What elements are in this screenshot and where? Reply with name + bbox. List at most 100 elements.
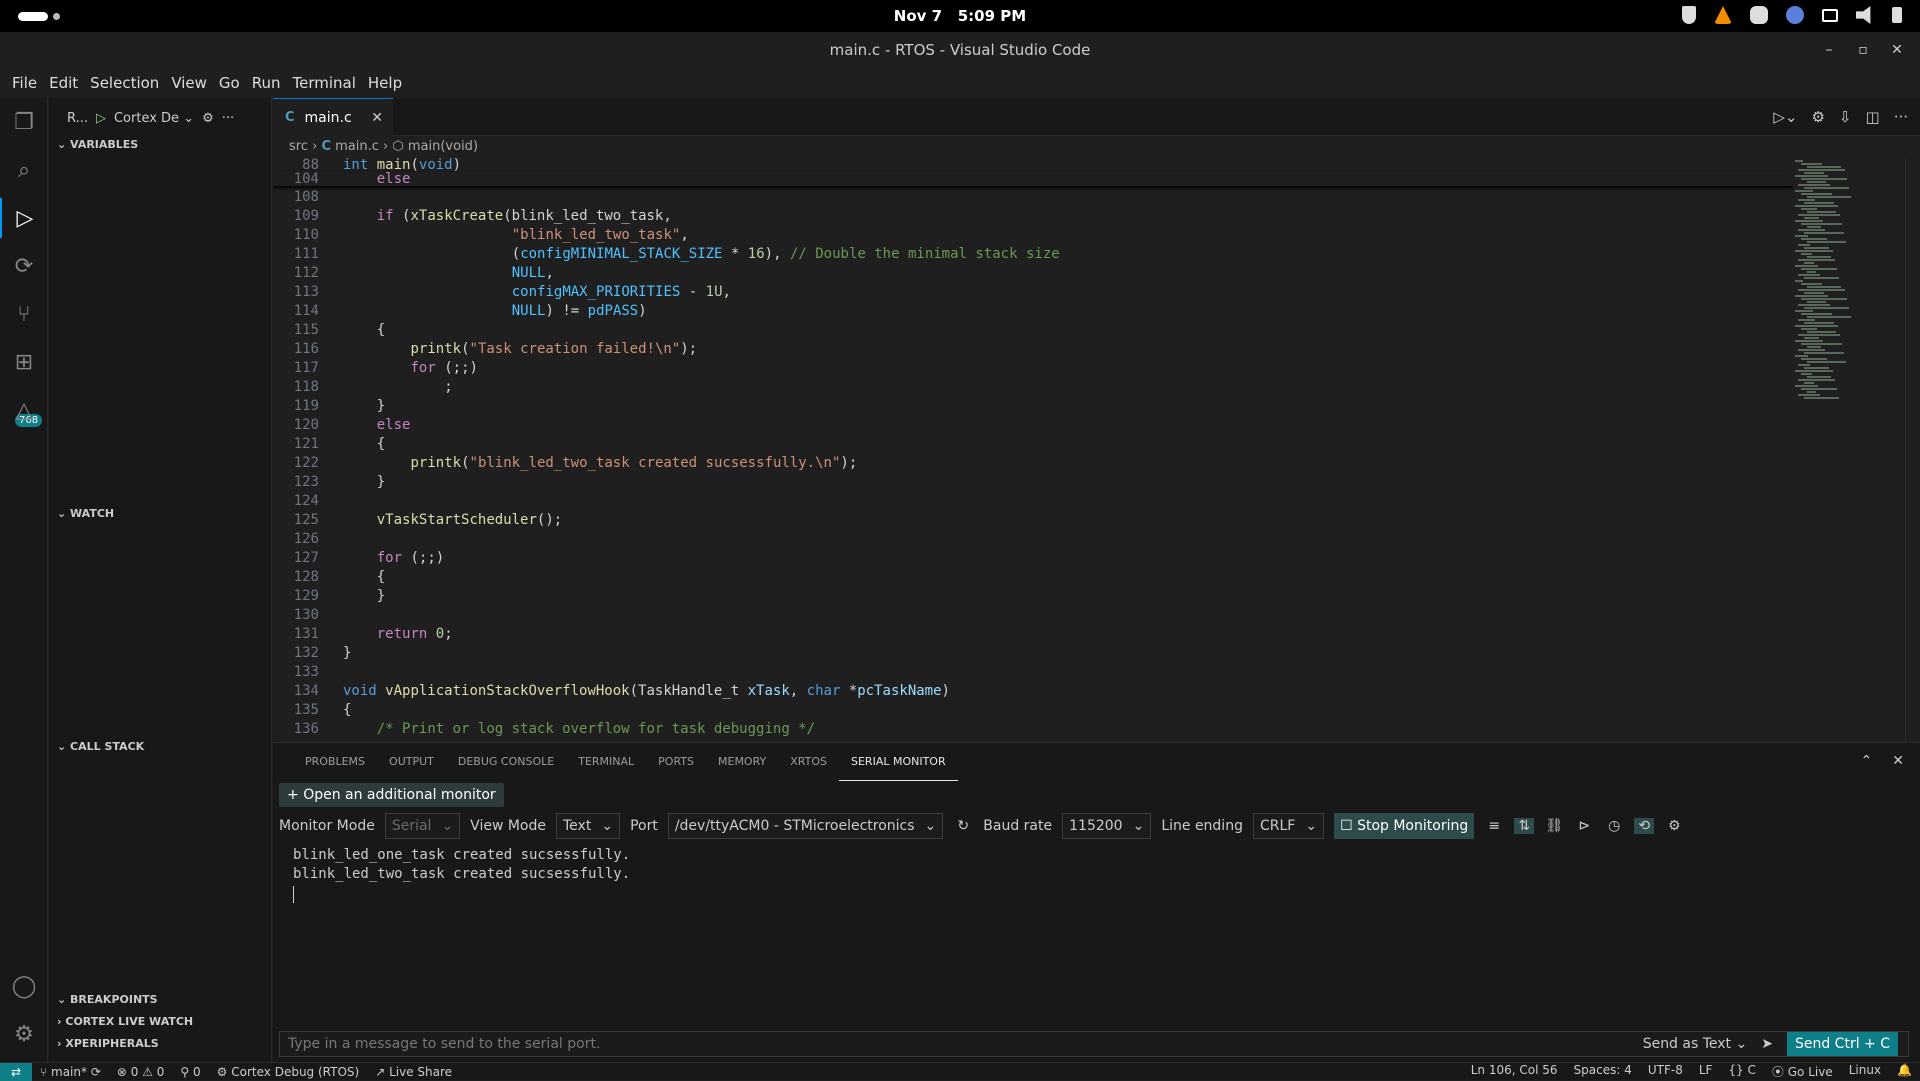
terminal-icon[interactable]: ⊳ <box>1574 818 1594 834</box>
refresh-icon[interactable]: ↻ <box>953 818 973 834</box>
menu-help[interactable]: Help <box>362 74 408 92</box>
remote-icon[interactable]: ⟳ <box>0 246 48 286</box>
breadcrumb-folder[interactable]: src <box>289 139 308 154</box>
minimap[interactable] <box>1793 158 1903 742</box>
editor-scrollbar[interactable] <box>1905 158 1920 742</box>
more-icon[interactable]: ··· <box>1894 108 1908 126</box>
xperipherals-section[interactable]: › XPERIPHERALS <box>49 1033 272 1055</box>
code-line[interactable]: 133 <box>273 663 1793 682</box>
tab-main-c[interactable]: C main.c ✕ <box>273 98 393 136</box>
extensions-icon[interactable]: ⊞ <box>0 342 48 382</box>
code-line[interactable]: 122 printk("blink_led_two_task created s… <box>273 454 1793 473</box>
code-line[interactable]: 135{ <box>273 701 1793 720</box>
send-icon[interactable]: ➤ <box>1761 1036 1773 1052</box>
shield-icon[interactable] <box>1682 6 1696 24</box>
watch-section[interactable]: ⌄ WATCH <box>49 503 272 525</box>
menu-selection[interactable]: Selection <box>84 74 165 92</box>
menu-go[interactable]: Go <box>213 74 246 92</box>
autoscroll-icon[interactable]: ⇅ <box>1514 818 1535 834</box>
breadcrumb-file[interactable]: main.c <box>335 139 379 154</box>
ports-indicator[interactable]: ⚲ 0 <box>172 1065 208 1079</box>
menu-run[interactable]: Run <box>246 74 287 92</box>
tab-debug-console[interactable]: DEBUG CONSOLE <box>446 743 566 781</box>
link-icon[interactable]: ⛓ <box>1544 818 1564 834</box>
system-clock[interactable]: Nov 7 5:09 PM <box>0 7 1920 25</box>
port-select[interactable]: /dev/ttyACM0 - STMicroelectronics ⌄ <box>667 813 944 839</box>
code-line[interactable]: 114 NULL) != pdPASS) <box>273 302 1793 321</box>
settings-icon[interactable]: ⚙ <box>1664 818 1684 834</box>
language-mode[interactable]: {} C <box>1720 1063 1763 1080</box>
send-as-select[interactable]: Send as Text ⌄ <box>1643 1036 1748 1052</box>
debug-config-status[interactable]: ⚙ Cortex Debug (RTOS) <box>209 1065 368 1079</box>
start-debugging-icon[interactable]: ▷ <box>96 111 106 126</box>
code-line[interactable]: 119 } <box>273 397 1793 416</box>
cursor-position[interactable]: Ln 106, Col 56 <box>1463 1063 1566 1080</box>
code-line[interactable]: 120 else <box>273 416 1793 435</box>
tab-serial-monitor[interactable]: SERIAL MONITOR <box>839 743 958 781</box>
code-line[interactable]: 127 for (;;) <box>273 549 1793 568</box>
breakpoints-section[interactable]: ⌄ BREAKPOINTS <box>49 989 272 1011</box>
end-of-line[interactable]: LF <box>1691 1063 1721 1080</box>
wrap-icon[interactable]: ≡ <box>1484 818 1504 834</box>
problems-indicator[interactable]: ⊗ 0 ⚠ 0 <box>109 1065 173 1079</box>
code-line[interactable]: 118 ; <box>273 378 1793 397</box>
os-indicator[interactable]: Linux <box>1841 1063 1889 1080</box>
tab-output[interactable]: OUTPUT <box>377 743 446 781</box>
stop-monitoring-button[interactable]: ☐ Stop Monitoring <box>1334 813 1475 839</box>
code-line[interactable]: 110 "blink_led_two_task", <box>273 226 1793 245</box>
code-line[interactable]: 116 printk("Task creation failed!\n"); <box>273 340 1793 359</box>
go-live-button[interactable]: ⦿ Go Live <box>1764 1063 1841 1080</box>
code-line[interactable]: 134 void vApplicationStackOverflowHook(Ta… <box>273 682 1793 701</box>
baud-rate-select[interactable]: 115200 ⌄ <box>1062 813 1152 839</box>
breadcrumb-symbol[interactable]: main(void) <box>408 139 478 154</box>
battery-icon[interactable] <box>1892 7 1902 23</box>
code-line[interactable]: 112 NULL, <box>273 264 1793 283</box>
download-icon[interactable]: ⇩ <box>1839 108 1852 126</box>
encoding[interactable]: UTF-8 <box>1640 1063 1691 1080</box>
sticky-scroll-line[interactable]: 88 int main(void) <box>273 158 1793 172</box>
run-debug-icon[interactable]: ▷ <box>0 198 48 238</box>
code-line[interactable]: 113 configMAX_PRIORITIES - 1U, <box>273 283 1793 302</box>
menu-terminal[interactable]: Terminal <box>287 74 362 92</box>
notifications-icon[interactable]: 🔔 <box>1889 1063 1920 1080</box>
code-line[interactable]: 121 { <box>273 435 1793 454</box>
tab-problems[interactable]: PROBLEMS <box>293 743 377 781</box>
tab-ports[interactable]: PORTS <box>646 743 706 781</box>
send-ctrl-c-button[interactable]: Send Ctrl + C <box>1786 1032 1898 1056</box>
tab-terminal[interactable]: TERMINAL <box>566 743 646 781</box>
code-line[interactable]: 131 return 0; <box>273 625 1793 644</box>
code-editor[interactable]: 88 int main(void) 104 else 108 109 if (xTask… <box>273 158 1793 742</box>
cortex-live-watch-section[interactable]: › CORTEX LIVE WATCH <box>49 1011 272 1033</box>
code-line[interactable]: 108 <box>273 188 1793 207</box>
branch-indicator[interactable]: ⑂ main* ⟳ <box>32 1065 109 1079</box>
code-line[interactable]: 123 } <box>273 473 1793 492</box>
timestamp-icon[interactable]: ◷ <box>1604 818 1624 834</box>
send-message-input[interactable]: Type in a message to send to the serial … <box>288 1036 600 1052</box>
view-mode-select[interactable]: Text ⌄ <box>556 813 621 839</box>
source-control-icon[interactable]: ⑂ <box>0 294 48 334</box>
tab-close-icon[interactable]: ✕ <box>371 110 383 126</box>
tab-xrtos[interactable]: XRTOS <box>778 743 839 781</box>
code-line[interactable]: 125 vTaskStartScheduler(); <box>273 511 1793 530</box>
minimize-icon[interactable]: – <box>1820 32 1838 68</box>
tab-memory[interactable]: MEMORY <box>706 743 778 781</box>
vlc-icon[interactable] <box>1714 6 1732 24</box>
menu-edit[interactable]: Edit <box>43 74 84 92</box>
code-line[interactable]: 130 <box>273 606 1793 625</box>
debug-config-select[interactable]: Cortex De ⌄ <box>114 111 194 126</box>
code-line[interactable]: 124 <box>273 492 1793 511</box>
menu-view[interactable]: View <box>165 74 213 92</box>
search-icon[interactable]: ⌕ <box>0 150 48 190</box>
split-editor-icon[interactable]: ◫ <box>1866 108 1880 126</box>
code-line[interactable]: 109 if (xTaskCreate(blink_led_two_task, <box>273 207 1793 226</box>
code-line[interactable]: 111 (configMINIMAL_STACK_SIZE * 16), // … <box>273 245 1793 264</box>
account-icon[interactable]: ◯ <box>0 966 48 1006</box>
variables-section[interactable]: ⌄ VARIABLES <box>49 134 272 156</box>
more-actions-icon[interactable]: ··· <box>222 111 234 126</box>
volume-icon[interactable] <box>1856 6 1871 24</box>
maximize-panel-icon[interactable]: ⌃ <box>1861 753 1873 769</box>
platformio-icon[interactable]: △ <box>0 390 48 430</box>
code-line[interactable]: 132} <box>273 644 1793 663</box>
gear-icon[interactable]: ⚙ <box>1811 108 1824 126</box>
discord-icon[interactable] <box>1750 6 1768 24</box>
